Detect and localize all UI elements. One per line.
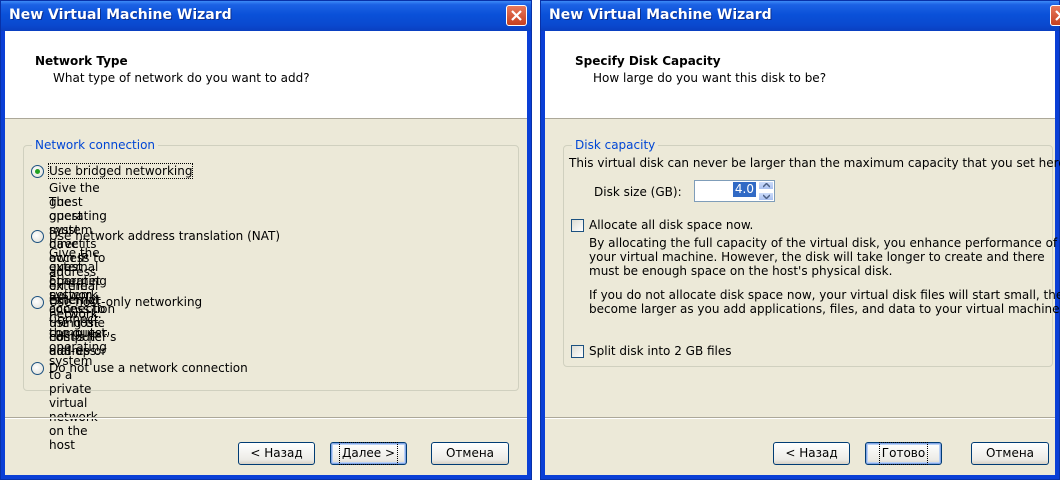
page-title: Specify Disk Capacity: [575, 54, 721, 68]
radio-host-only[interactable]: [31, 296, 44, 309]
title-bar[interactable]: New Virtual Machine Wizard: [541, 1, 1060, 31]
cancel-button-label: Отмена: [985, 446, 1035, 460]
next-button-label: Далее >: [338, 442, 399, 465]
split-disk-label[interactable]: Split disk into 2 GB files: [589, 344, 732, 358]
dialog-body: Network Type What type of network do you…: [5, 31, 527, 475]
spin-down-button[interactable]: [758, 192, 774, 201]
spin-buttons: [758, 181, 774, 201]
radio-no-network[interactable]: [31, 362, 44, 375]
cancel-button-label: Отмена: [445, 446, 495, 460]
cancel-button[interactable]: Отмена: [431, 442, 509, 465]
label-no-network[interactable]: Do not use a network connection: [49, 361, 248, 375]
allocate-desc-1: By allocating the full capacity of the v…: [589, 236, 1058, 250]
disk-capacity-intro: This virtual disk can never be larger th…: [569, 156, 1060, 170]
back-button[interactable]: < Назад: [773, 442, 850, 465]
disk-size-label: Disk size (GB):: [594, 185, 682, 199]
dialog-body: Specify Disk Capacity How large do you w…: [545, 31, 1060, 475]
label-bridged[interactable]: Use bridged networking: [47, 163, 194, 179]
allocate-desc-3: must be enough space on the host's physi…: [589, 264, 893, 278]
allocate-all-checkbox[interactable]: [571, 219, 584, 232]
desc-host-only-2: computer.: [49, 326, 110, 340]
allocate-all-label[interactable]: Allocate all disk space now.: [589, 218, 753, 232]
allocate-desc-2: your virtual machine. However, the disk …: [589, 250, 1045, 264]
finish-button-label: Готово: [878, 442, 929, 465]
back-button[interactable]: < Назад: [238, 442, 315, 465]
label-host-only[interactable]: Use host-only networking: [49, 295, 202, 309]
back-button-label: < Назад: [250, 446, 303, 460]
cancel-button[interactable]: Отмена: [971, 442, 1049, 465]
radio-selected-dot: [35, 169, 40, 174]
title-bar[interactable]: New Virtual Machine Wizard: [1, 1, 531, 31]
chevron-up-icon: [763, 183, 770, 188]
button-separator: [545, 417, 1055, 419]
disk-size-spinner[interactable]: 4.0: [694, 180, 775, 202]
group-legend: Network connection: [32, 138, 159, 152]
radio-bridged[interactable]: [31, 165, 44, 178]
network-connection-group: Network connection Use bridged networkin…: [23, 138, 519, 452]
chevron-down-icon: [763, 194, 770, 199]
close-button[interactable]: [1050, 5, 1060, 26]
spin-up-button[interactable]: [758, 181, 774, 190]
page-title: Network Type: [35, 54, 128, 68]
close-icon: [511, 10, 522, 21]
disk-size-value[interactable]: 4.0: [732, 182, 756, 197]
finish-button[interactable]: Готово: [865, 442, 942, 465]
allocate-desc-4: If you do not allocate disk space now, y…: [589, 288, 1060, 302]
radio-nat[interactable]: [31, 230, 44, 243]
split-disk-checkbox[interactable]: [571, 345, 584, 358]
next-button[interactable]: Далее >: [330, 442, 407, 465]
wizard-header: Specify Disk Capacity How large do you w…: [545, 31, 1055, 119]
back-button-label: < Назад: [785, 446, 838, 460]
window-title: New Virtual Machine Wizard: [549, 7, 772, 23]
allocate-desc-5: become larger as you add applications, f…: [589, 302, 1060, 316]
label-nat[interactable]: Use network address translation (NAT): [49, 229, 280, 243]
group-legend: Disk capacity: [572, 138, 659, 152]
wizard-window-network: New Virtual Machine Wizard Network Type …: [0, 0, 532, 480]
wizard-window-disk: New Virtual Machine Wizard Specify Disk …: [540, 0, 1060, 480]
close-icon: [1055, 10, 1060, 21]
disk-capacity-group: Disk capacity This virtual disk can neve…: [563, 138, 1060, 367]
button-separator: [5, 417, 527, 419]
page-subtitle: What type of network do you want to add?: [53, 71, 310, 85]
page-subtitle: How large do you want this disk to be?: [593, 71, 827, 85]
window-title: New Virtual Machine Wizard: [9, 7, 232, 23]
close-button[interactable]: [506, 5, 527, 26]
wizard-header: Network Type What type of network do you…: [5, 31, 527, 119]
